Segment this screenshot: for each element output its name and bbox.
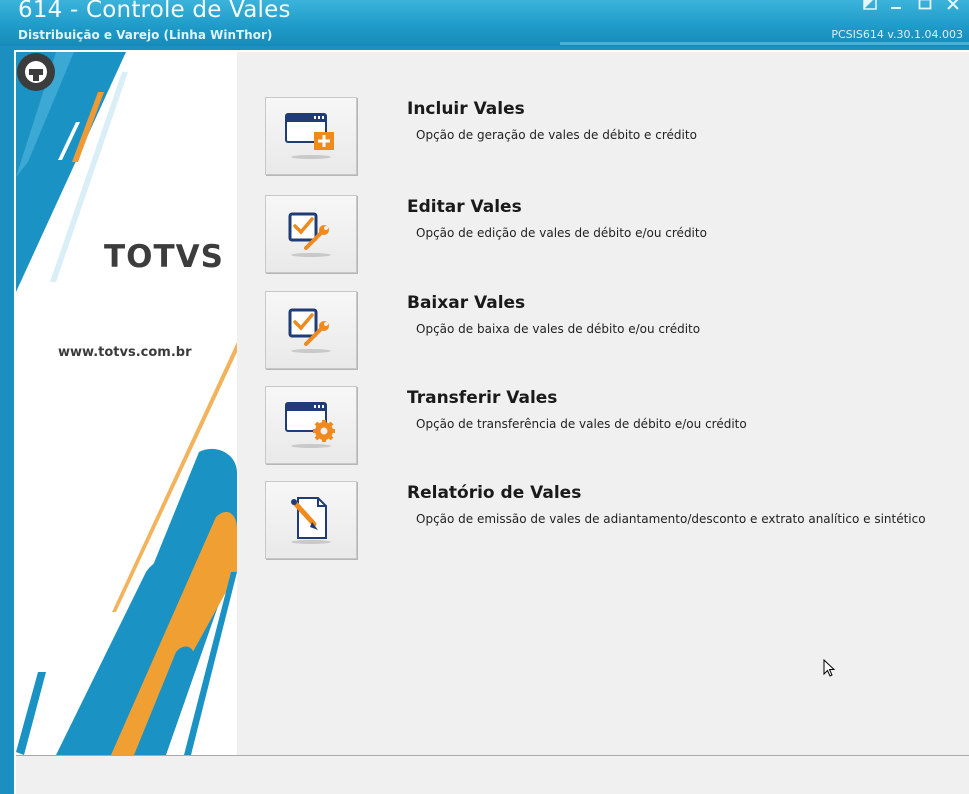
menu-item-transferir-vales[interactable]: Transferir Vales Opção de transferência … [265,386,945,466]
version-label: PCSIS614 v.30.1.04.003 [831,28,963,41]
menu-item-baixar-vales[interactable]: Baixar Vales Opção de baixa de vales de … [265,291,945,371]
editar-vales-title: Editar Vales [407,197,522,217]
menu-panel: Incluir Vales Opção de geração de vales … [237,52,969,755]
transferir-vales-title: Transferir Vales [407,388,558,408]
checklist-wrench-icon [288,308,331,353]
menu-item-relatorio-de-vales[interactable]: Relatório de Vales Opção de emissão de v… [265,481,945,561]
document-pen-icon [291,497,331,544]
close-icon [947,0,959,10]
editar-vales-button[interactable] [265,195,357,273]
transferir-vales-description: Opção de transferência de vales de débit… [416,417,747,431]
menu-item-incluir-vales[interactable]: Incluir Vales Opção de geração de vales … [265,97,945,177]
maximize-button[interactable] [915,0,935,12]
status-bar [16,755,969,794]
maximize-icon [918,0,932,10]
totvs-logo-icon [17,53,55,91]
incluir-vales-description: Opção de geração de vales de débito e cr… [416,128,697,142]
close-button[interactable] [943,0,963,12]
brand-website: www.totvs.com.br [58,345,192,360]
baixar-vales-description: Opção de baixa de vales de débito e/ou c… [416,322,701,336]
mouse-cursor-icon [823,659,836,677]
window-title: 614 - Controle de Vales [18,0,291,23]
editar-vales-description: Opção de edição de vales de débito e/ou … [416,226,707,240]
window-subtitle: Distribuição e Varejo (Linha WinThor) [18,28,273,42]
baixar-vales-title: Baixar Vales [407,293,526,313]
title-bar: 614 - Controle de Vales Distribuição e V… [0,0,969,46]
restore-button[interactable] [860,0,880,12]
relatorio-de-vales-description: Opção de emissão de vales de adiantament… [416,512,926,526]
restore-icon [863,0,877,10]
minimize-icon [891,7,901,9]
baixar-vales-button[interactable] [265,291,357,369]
main-window: TOTVS www.totvs.com.br Incluir Vales Opç… [14,50,969,794]
incluir-vales-title: Incluir Vales [407,99,525,119]
minimize-button[interactable] [886,0,906,12]
transferir-vales-button[interactable] [265,386,357,464]
brand-decoration [16,52,237,755]
relatorio-de-vales-button[interactable] [265,481,357,559]
checklist-wrench-icon [288,212,331,257]
relatorio-de-vales-title: Relatório de Vales [407,483,582,503]
window-gear-icon [285,402,335,448]
menu-item-editar-vales[interactable]: Editar Vales Opção de edição de vales de… [265,195,945,275]
incluir-vales-button[interactable] [265,97,357,175]
window-add-icon [285,113,334,159]
brand-name: TOTVS [104,239,224,275]
brand-sidebar: TOTVS www.totvs.com.br [16,52,237,755]
title-divider [560,42,969,45]
